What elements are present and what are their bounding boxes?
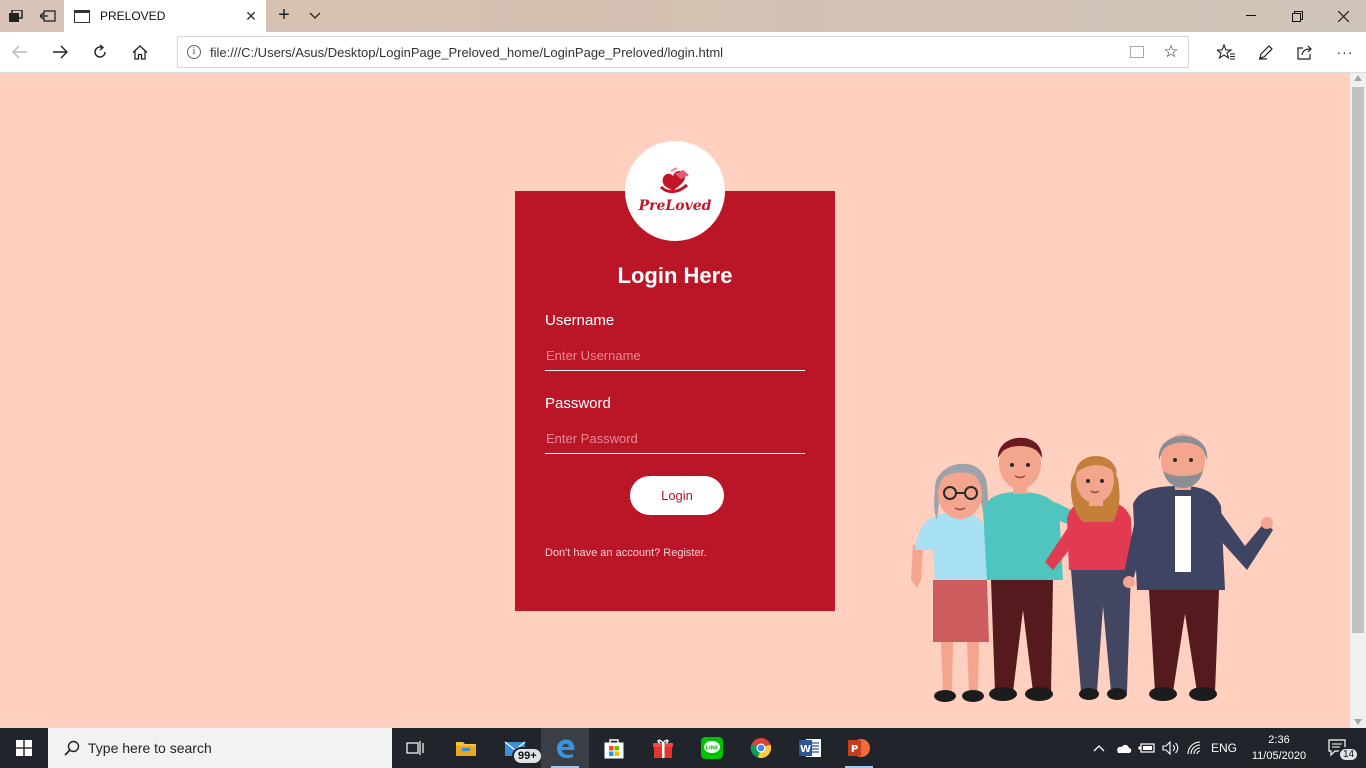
search-icon (62, 738, 82, 758)
share-icon[interactable] (1290, 38, 1320, 66)
browser-navigation-bar: i file:///C:/Users/Asus/Desktop/LoginPag… (0, 32, 1366, 73)
notification-count-badge: 14 (1338, 747, 1360, 762)
login-card: Login Here Username Password Login Don't… (515, 191, 835, 611)
username-input[interactable] (545, 341, 805, 371)
register-link[interactable]: Don't have an account? Register. (545, 547, 707, 559)
scrollbar-thumb[interactable] (1352, 87, 1364, 633)
powerpoint-icon[interactable]: P (835, 728, 883, 768)
mail-app-icon[interactable]: 99+ (492, 728, 543, 768)
close-tab-icon[interactable]: ✕ (236, 8, 266, 25)
start-button[interactable] (0, 728, 48, 768)
web-note-pen-icon[interactable] (1251, 38, 1281, 66)
restore-button[interactable] (1274, 0, 1320, 32)
clock-time: 2:36 (1268, 734, 1290, 746)
chrome-icon[interactable] (737, 728, 785, 768)
forward-button[interactable] (45, 38, 75, 66)
favorites-icon[interactable] (1211, 38, 1241, 66)
new-tab-button[interactable]: + (272, 4, 296, 28)
login-button[interactable]: Login (630, 476, 724, 515)
login-heading: Login Here (617, 263, 733, 288)
tab-list-chevron-icon[interactable] (303, 4, 327, 28)
wifi-icon[interactable] (1184, 728, 1206, 768)
logo-wordmark: PreLoved (638, 198, 712, 214)
battery-icon[interactable] (1136, 728, 1158, 768)
input-language-indicator[interactable]: ENG (1207, 728, 1241, 768)
scroll-up-icon[interactable] (1354, 75, 1362, 81)
svg-text:P: P (851, 744, 858, 755)
address-bar[interactable]: i file:///C:/Users/Asus/Desktop/LoginPag… (177, 36, 1189, 68)
grandpa-figure (1123, 434, 1273, 701)
add-favorite-star-icon[interactable]: ☆ (1154, 42, 1188, 62)
volume-icon[interactable] (1160, 728, 1182, 768)
taskbar-search-box[interactable]: Type here to search (48, 728, 392, 768)
reading-view-icon[interactable] (1120, 37, 1154, 67)
page-scrollbar[interactable] (1350, 73, 1366, 728)
task-view-icon[interactable] (392, 728, 440, 768)
taskbar-clock[interactable]: 2:36 11/05/2020 (1245, 732, 1313, 764)
refresh-button[interactable] (85, 38, 115, 66)
file-explorer-icon[interactable] (442, 728, 490, 768)
edge-browser-icon[interactable] (541, 728, 589, 768)
gift-app-icon[interactable] (639, 728, 687, 768)
search-placeholder: Type here to search (88, 740, 212, 756)
address-url[interactable]: file:///C:/Users/Asus/Desktop/LoginPage_… (210, 45, 1120, 60)
svg-text:W: W (800, 744, 811, 755)
family-illustration (911, 434, 1273, 702)
set-tabs-aside-icon[interactable] (38, 6, 58, 26)
browser-title-bar: PRELOVED ✕ + (0, 0, 1366, 32)
password-input[interactable] (545, 424, 805, 454)
microsoft-store-icon[interactable] (590, 728, 638, 768)
minimize-button[interactable] (1228, 0, 1274, 32)
tab-title: PRELOVED (100, 9, 166, 23)
windows-taskbar: Type here to search 99+ LINE W P ENG 2:3… (0, 728, 1366, 768)
scroll-down-icon[interactable] (1354, 719, 1362, 725)
logo-hands-heart-icon: PreLoved (638, 167, 712, 214)
password-label: Password (545, 395, 611, 412)
site-info-icon[interactable]: i (187, 45, 201, 59)
close-window-button[interactable] (1320, 0, 1366, 32)
svg-text:LINE: LINE (706, 746, 719, 752)
grandma-figure (911, 463, 989, 702)
username-label: Username (545, 312, 615, 329)
line-app-icon[interactable]: LINE (688, 728, 736, 768)
tab-actions-icon[interactable] (6, 6, 26, 26)
page-icon (74, 9, 90, 23)
windows-logo-icon (16, 740, 32, 756)
page-body: Login Here Username Password Login Don't… (0, 73, 1350, 728)
onedrive-cloud-icon[interactable] (1112, 728, 1134, 768)
action-center-icon[interactable]: 14 (1318, 728, 1360, 768)
word-icon[interactable]: W (786, 728, 834, 768)
clock-date: 11/05/2020 (1251, 750, 1307, 762)
tab-preloved[interactable]: PRELOVED ✕ (64, 0, 266, 32)
home-button[interactable] (125, 38, 155, 66)
show-hidden-icons-chevron-icon[interactable] (1088, 728, 1110, 768)
mail-badge: 99+ (512, 747, 543, 765)
preloved-logo: PreLoved (625, 141, 725, 241)
back-button[interactable] (5, 38, 35, 66)
more-options-icon[interactable]: ··· (1330, 38, 1360, 66)
